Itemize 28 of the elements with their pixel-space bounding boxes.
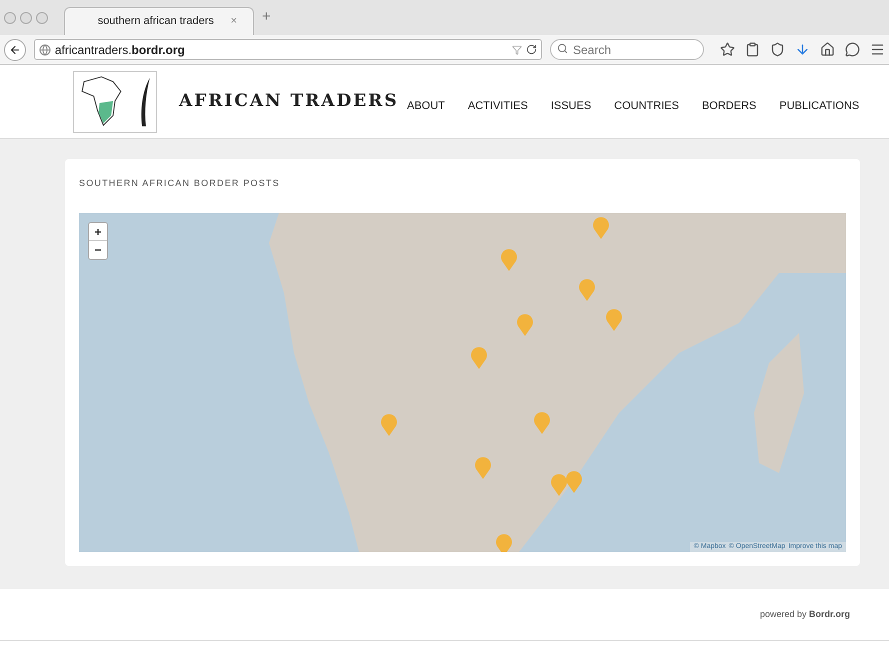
address-bar[interactable]: africantraders.bordr.org	[34, 39, 542, 60]
search-field[interactable]: Search	[550, 39, 704, 60]
chat-icon[interactable]	[845, 42, 860, 57]
nav-link[interactable]: PUBLICATIONS	[779, 98, 860, 115]
reload-icon[interactable]	[526, 44, 537, 55]
africa-logo-icon	[73, 70, 157, 132]
back-arrow-icon	[8, 44, 21, 56]
globe-icon	[38, 44, 51, 56]
footer-text: powered by Bordr.org	[760, 608, 850, 621]
nav-link[interactable]: ACTIVITIES	[468, 98, 528, 115]
menu-icon[interactable]	[870, 42, 885, 57]
nav-link[interactable]: ABOUT	[407, 98, 445, 115]
nav-link[interactable]: BORDERS	[702, 98, 756, 115]
nav-link[interactable]: ISSUES	[550, 98, 592, 115]
zoom-out-button[interactable]: −	[89, 241, 107, 259]
zoom-in-button[interactable]: +	[89, 223, 107, 241]
home-icon[interactable]	[820, 42, 835, 57]
download-icon[interactable]	[795, 42, 810, 57]
search-icon	[557, 42, 568, 54]
back-button[interactable]	[4, 38, 26, 60]
bookmark-star-icon[interactable]	[720, 42, 735, 57]
tab-title: southern african traders	[96, 14, 215, 30]
new-tab-button[interactable]: +	[262, 6, 271, 29]
card-heading: SOUTHERN AFRICAN BORDER POSTS	[79, 177, 281, 190]
url-text: africantraders.bordr.org	[54, 42, 186, 58]
nav-link[interactable]: COUNTRIES	[614, 98, 679, 115]
browser-tab[interactable]: southern african traders ×	[64, 7, 254, 35]
site-title: AFRICAN TRADERS	[179, 90, 399, 113]
